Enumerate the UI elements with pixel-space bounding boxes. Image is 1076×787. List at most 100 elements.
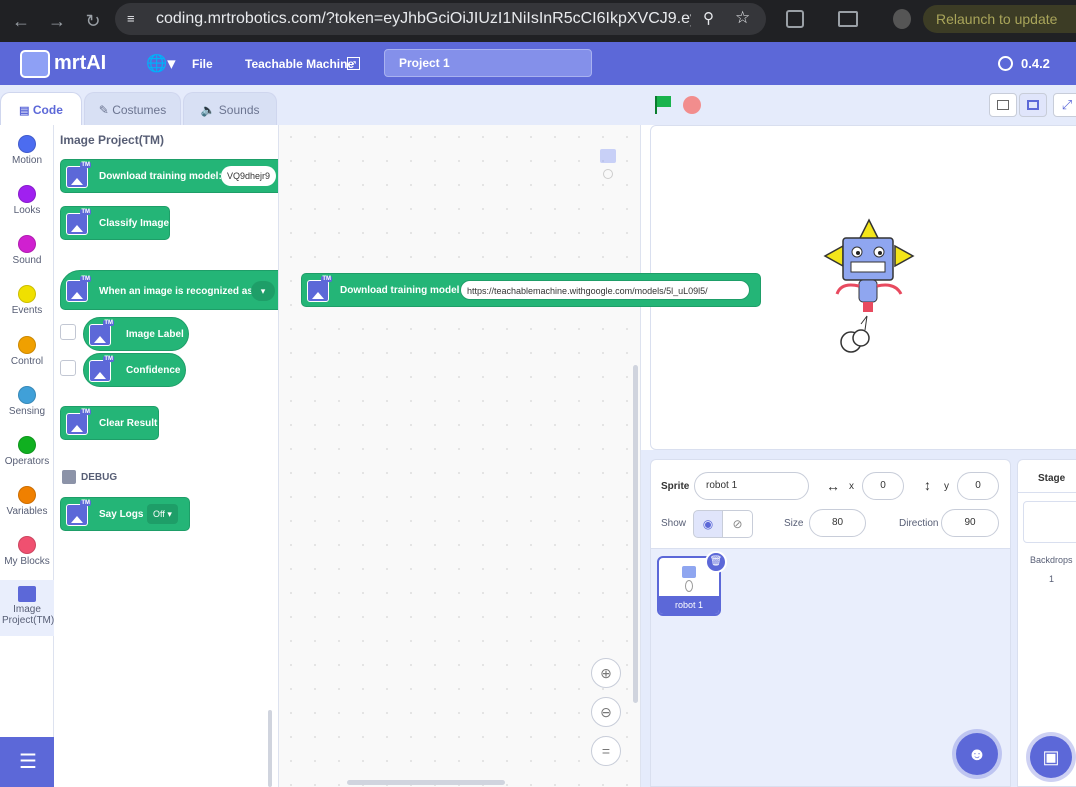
show-label: Show: [661, 518, 687, 529]
tab-costumes[interactable]: ✎ Costumes: [84, 92, 181, 126]
settings-icon[interactable]: [998, 56, 1013, 71]
small-stage-button[interactable]: [989, 93, 1017, 117]
image-block-icon: [307, 276, 332, 302]
model-url-input[interactable]: https://teachablemachine.withgoogle.com/…: [460, 280, 750, 300]
category-variables[interactable]: Variables: [0, 476, 54, 526]
model-id-input[interactable]: VQ9dhejr9: [221, 166, 277, 186]
block-label: Confidence: [126, 365, 181, 376]
bookmark-star-icon[interactable]: ☆: [735, 8, 750, 28]
show-visible-button[interactable]: ◉: [693, 510, 723, 538]
block-label: When an image is recognized as: [99, 286, 253, 297]
stop-icon[interactable]: [683, 96, 701, 114]
image-block-icon: [66, 409, 91, 435]
image-label-block[interactable]: Image Label: [83, 317, 189, 351]
category-my-blocks[interactable]: My Blocks: [0, 526, 54, 576]
control-dot-icon: [18, 336, 36, 354]
external-link-icon[interactable]: ↗: [347, 57, 360, 70]
stage-thumbnail[interactable]: [1023, 501, 1076, 543]
say-logs-dropdown[interactable]: Off ▾: [147, 504, 178, 524]
size-label: Size: [784, 518, 804, 529]
tab-sounds-label: Sounds: [218, 103, 260, 117]
forward-icon[interactable]: →: [44, 8, 70, 34]
back-icon[interactable]: ←: [8, 8, 34, 34]
when-image-recognized-block[interactable]: When an image is recognized as ▾: [60, 270, 278, 310]
zoom-icon[interactable]: ⚲: [703, 9, 714, 27]
backdrops-label: Backdrops: [1030, 555, 1073, 565]
clear-result-block[interactable]: Clear Result: [60, 406, 159, 440]
sprite-info-panel: Sprite robot 1 ↔ x 0 ↕ y 0 Show ◉ ⊘ Size…: [650, 459, 1011, 549]
url-text: coding.mrtrobotics.com/?token=eyJhbGciOi…: [156, 10, 691, 27]
zoom-in-button[interactable]: ⊕: [591, 658, 621, 688]
y-input[interactable]: 0: [957, 472, 999, 500]
x-input[interactable]: 0: [862, 472, 904, 500]
confidence-checkbox[interactable]: [60, 360, 76, 376]
image-block-icon: [89, 320, 114, 346]
reload-icon[interactable]: ↻: [80, 8, 106, 34]
site-info-icon[interactable]: ≡: [127, 11, 143, 27]
category-sound[interactable]: Sound: [0, 225, 54, 275]
tab-code-label: Code: [32, 103, 63, 117]
choose-backdrop-button[interactable]: ▣: [1030, 736, 1072, 778]
trash-icon: 🗑: [709, 556, 723, 567]
size-input[interactable]: 80: [809, 509, 866, 537]
relaunch-button[interactable]: Relaunch to update: [923, 5, 1076, 33]
language-globe-icon[interactable]: 🌐▾: [146, 54, 176, 74]
category-sensing[interactable]: Sensing: [0, 376, 54, 426]
workspace-hscrollbar[interactable]: [347, 780, 505, 785]
category-label: Image Project(TM): [2, 604, 55, 626]
say-logs-block[interactable]: Say Logs Off ▾: [60, 497, 190, 531]
image-block-icon: [89, 356, 114, 382]
workspace-vscrollbar[interactable]: [633, 365, 638, 703]
brush-icon: ✎: [98, 103, 109, 117]
my-blocks-dot-icon: [18, 536, 36, 554]
delete-sprite-button[interactable]: 🗑: [705, 551, 727, 573]
robot-sprite-icon[interactable]: [821, 216, 921, 356]
category-operators[interactable]: Operators: [0, 426, 54, 476]
image-block-icon: [66, 500, 91, 526]
sprite-label: Sprite: [661, 481, 690, 492]
choose-sprite-button[interactable]: ☻: [956, 733, 998, 775]
tab-sounds[interactable]: 🔈 Sounds: [183, 92, 277, 126]
classify-image-block[interactable]: Classify Image: [60, 206, 170, 240]
cat-plus-icon: ☻: [967, 744, 987, 764]
extensions-icon[interactable]: [786, 10, 804, 28]
category-control[interactable]: Control: [0, 326, 54, 376]
reader-icon[interactable]: [838, 11, 858, 27]
label-dropdown[interactable]: ▾: [251, 281, 275, 301]
large-stage-button[interactable]: [1019, 93, 1047, 117]
sensing-dot-icon: [18, 386, 36, 404]
zoom-reset-button[interactable]: =: [591, 736, 621, 766]
green-flag-icon[interactable]: [653, 95, 673, 115]
palette-heading: Image Project(TM): [60, 133, 165, 147]
tab-costumes-label: Costumes: [112, 103, 167, 117]
image-label-checkbox[interactable]: [60, 324, 76, 340]
fullscreen-button[interactable]: ⤢: [1053, 93, 1076, 117]
confidence-block[interactable]: Confidence: [83, 353, 186, 387]
tab-code[interactable]: ▤ Code: [0, 92, 82, 126]
script-workspace[interactable]: Download training model: https://teachab…: [279, 125, 761, 787]
category-events[interactable]: Events: [0, 275, 54, 325]
category-label: My Blocks: [4, 556, 50, 567]
download-model-block[interactable]: Download training model: VQ9dhejr9: [60, 159, 278, 193]
teachable-machine-link[interactable]: Teachable Machine: [245, 57, 354, 71]
project-title-input[interactable]: Project 1: [384, 49, 592, 77]
zoom-out-button[interactable]: ⊖: [591, 697, 621, 727]
file-menu[interactable]: File: [192, 57, 213, 71]
category-image-project[interactable]: Image Project(TM): [0, 580, 54, 636]
add-extension-button[interactable]: ☰: [0, 737, 56, 787]
direction-input[interactable]: 90: [941, 509, 999, 537]
profile-avatar-icon[interactable]: [893, 9, 911, 29]
category-label: Sensing: [8, 406, 46, 417]
category-motion[interactable]: Motion: [0, 125, 54, 175]
show-hidden-button[interactable]: ⊘: [722, 510, 753, 538]
eye-slash-icon: ⊘: [732, 517, 743, 531]
stage-header: ⤢: [641, 85, 1076, 125]
stage-target-panel: Stage Backdrops 1 ▣: [1017, 459, 1076, 787]
sprite-name-input[interactable]: robot 1: [694, 472, 809, 500]
zoom-reset-icon: =: [601, 743, 611, 759]
category-looks[interactable]: Looks: [0, 175, 54, 225]
address-bar[interactable]: ≡ coding.mrtrobotics.com/?token=eyJhbGci…: [115, 3, 766, 35]
category-label: Sound: [12, 255, 42, 266]
workspace-download-model-block[interactable]: Download training model: https://teachab…: [301, 273, 761, 307]
palette-scrollbar[interactable]: [268, 710, 272, 787]
